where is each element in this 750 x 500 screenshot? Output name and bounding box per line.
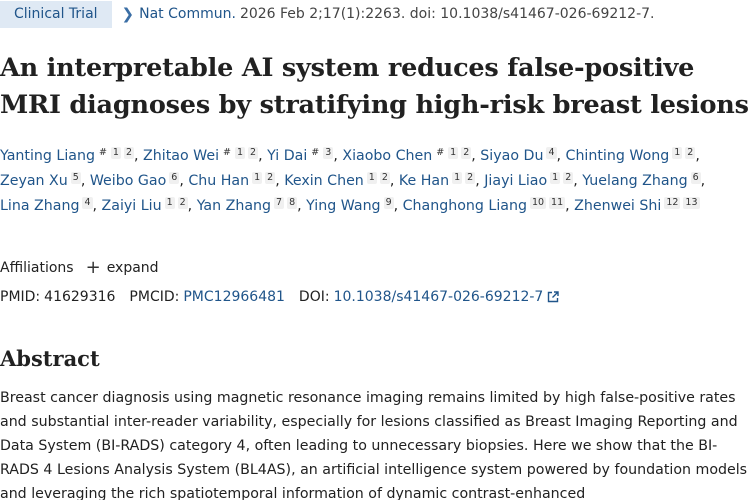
author-link[interactable]: Yanting Liang xyxy=(0,148,95,164)
author-item: Xiaobo Chen #1 2 xyxy=(342,147,472,164)
affiliation-marker[interactable]: 2 xyxy=(177,197,188,209)
author-link[interactable]: Weibo Gao xyxy=(90,173,166,189)
author-item: Jiayi Liao 1 2 xyxy=(484,172,574,189)
affiliation-marker[interactable]: 2 xyxy=(563,172,574,184)
affiliation-marker: # xyxy=(311,147,320,158)
affiliation-marker[interactable]: 1 xyxy=(234,147,246,159)
author-item: Zaiyi Liu 1 2 xyxy=(102,197,188,214)
affiliation-marker[interactable]: 1 xyxy=(448,147,459,159)
author-link[interactable]: Lina Zhang xyxy=(0,198,79,214)
header-line: Clinical Trial ❯ Nat Commun. 2026 Feb 2;… xyxy=(0,0,655,28)
affiliation-marker[interactable]: 2 xyxy=(379,172,390,184)
author-link[interactable]: Yi Dai xyxy=(267,148,307,164)
affiliation-marker[interactable]: 3 xyxy=(323,147,334,159)
affiliation-marker[interactable]: 2 xyxy=(465,172,476,184)
external-link-icon[interactable] xyxy=(547,291,560,303)
affiliations-expand-toggle[interactable]: expand xyxy=(107,260,159,276)
author-link[interactable]: Ke Han xyxy=(399,173,449,189)
affiliations-label: Affiliations xyxy=(0,260,74,276)
affiliation-marker[interactable]: 1 xyxy=(366,172,377,184)
author-item: Changhong Liang 10 11 xyxy=(403,197,566,214)
author-link[interactable]: Zaiyi Liu xyxy=(102,198,162,214)
author-link[interactable]: Ying Wang xyxy=(306,198,380,214)
affiliation-marker[interactable]: 6 xyxy=(169,172,180,184)
author-list: Yanting Liang #1 2, Zhitao Wei #1 2, Yi Dai #… xyxy=(0,147,706,214)
author-item: Chu Han 1 2 xyxy=(188,172,276,189)
affiliation-marker[interactable]: 1 xyxy=(164,197,175,209)
affiliation-marker: # xyxy=(436,147,445,158)
pmcid-link[interactable]: PMC12966481 xyxy=(183,289,285,305)
author-item: Yanting Liang #1 2 xyxy=(0,147,135,164)
citation-text: 2026 Feb 2;17(1):2263. doi: 10.1038/s414… xyxy=(239,6,655,22)
author-item: Lina Zhang 4 xyxy=(0,197,93,214)
author-item: Siyao Du 4 xyxy=(480,147,557,164)
author-link[interactable]: Zeyan Xu xyxy=(0,173,68,189)
affiliation-marker[interactable]: 13 xyxy=(683,197,700,209)
author-link[interactable]: Zhitao Wei xyxy=(143,148,219,164)
affiliation-marker[interactable]: 1 xyxy=(252,172,263,184)
affiliation-marker[interactable]: 2 xyxy=(123,147,135,159)
affiliation-marker: # xyxy=(98,147,107,158)
affiliation-marker[interactable]: 11 xyxy=(549,197,566,209)
author-link[interactable]: Xiaobo Chen xyxy=(342,148,432,164)
abstract-heading: Abstract xyxy=(0,346,100,371)
author-item: Yan Zhang 7 8 xyxy=(197,197,298,214)
author-link[interactable]: Kexin Chen xyxy=(284,173,364,189)
author-item: Ke Han 1 2 xyxy=(399,172,476,189)
pmid-label: PMID: xyxy=(0,289,41,305)
doi-label: DOI: xyxy=(298,289,330,305)
author-item: Zhenwei Shi 12 13 xyxy=(574,197,700,214)
affiliations-row: Affiliations + expand xyxy=(0,259,159,277)
pmid-value: 41629316 xyxy=(44,289,116,305)
author-item: Ying Wang 9 xyxy=(306,197,394,214)
author-link[interactable]: Siyao Du xyxy=(480,148,543,164)
author-item: Chinting Wong 1 2 xyxy=(566,147,696,164)
affiliation-marker[interactable]: 2 xyxy=(265,172,276,184)
author-item: Yuelang Zhang 6 xyxy=(582,172,701,189)
affiliation-marker[interactable]: 9 xyxy=(383,197,394,209)
affiliation-marker[interactable]: 1 xyxy=(452,172,463,184)
affiliation-marker[interactable]: 10 xyxy=(529,197,547,209)
affiliation-marker[interactable]: 12 xyxy=(664,197,681,209)
affiliation-marker[interactable]: 2 xyxy=(461,147,472,159)
affiliation-marker[interactable]: 8 xyxy=(287,197,298,209)
author-link[interactable]: Changhong Liang xyxy=(403,198,527,214)
chevron-right-icon: ❯ xyxy=(121,5,135,23)
affiliation-marker[interactable]: 2 xyxy=(248,147,259,159)
affiliation-marker[interactable]: 1 xyxy=(550,172,561,184)
article-title: An interpretable AI system reduces false… xyxy=(0,53,749,120)
pmcid-label: PMCID: xyxy=(129,289,180,305)
affiliation-marker[interactable]: 1 xyxy=(110,147,121,159)
doi-link[interactable]: 10.1038/s41467-026-69212-7 xyxy=(334,289,544,305)
author-item: Yi Dai #3 xyxy=(267,147,334,164)
author-item: Weibo Gao 6 xyxy=(90,172,180,189)
author-link[interactable]: Yan Zhang xyxy=(197,198,271,214)
affiliation-marker[interactable]: 7 xyxy=(274,197,285,209)
author-item: Kexin Chen 1 2 xyxy=(284,172,390,189)
affiliation-marker[interactable]: 6 xyxy=(690,172,701,184)
author-link[interactable]: Zhenwei Shi xyxy=(574,198,661,214)
affiliation-marker: # xyxy=(223,147,231,158)
affiliation-marker[interactable]: 5 xyxy=(70,172,81,184)
identifiers-row: PMID: 41629316 PMCID: PMC12966481 DOI: 1… xyxy=(0,289,560,305)
author-link[interactable]: Yuelang Zhang xyxy=(582,173,687,189)
author-link[interactable]: Jiayi Liao xyxy=(484,173,547,189)
affiliation-marker[interactable]: 4 xyxy=(82,197,93,209)
plus-icon[interactable]: + xyxy=(86,259,101,277)
affiliation-marker[interactable]: 2 xyxy=(685,147,696,159)
affiliation-marker[interactable]: 1 xyxy=(672,147,683,159)
affiliation-marker[interactable]: 4 xyxy=(546,147,557,159)
abstract-text: Breast cancer diagnosis using magnetic r… xyxy=(0,390,748,500)
journal-link[interactable]: Nat Commun. xyxy=(139,6,236,22)
author-item: Zeyan Xu 5 xyxy=(0,172,81,189)
publication-type-badge[interactable]: Clinical Trial xyxy=(0,0,112,28)
author-item: Zhitao Wei #1 2 xyxy=(143,147,259,164)
author-link[interactable]: Chu Han xyxy=(188,173,249,189)
author-link[interactable]: Chinting Wong xyxy=(566,148,670,164)
